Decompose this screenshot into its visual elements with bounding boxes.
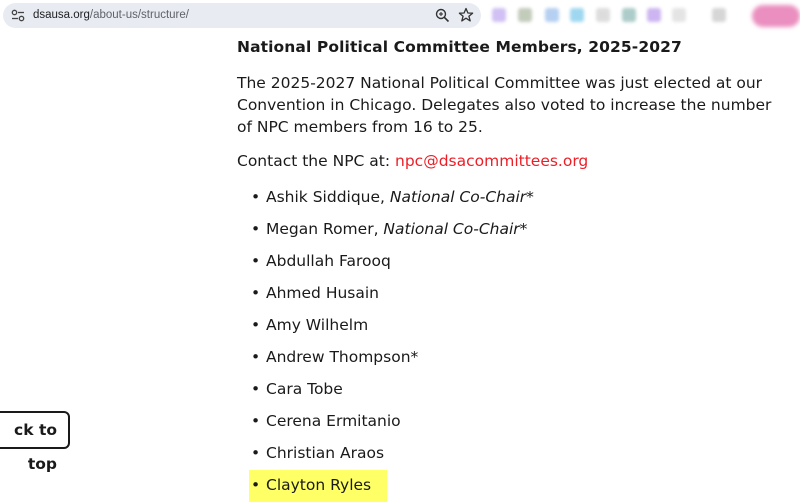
- list-item: • Megan Romer, National Co-Chair*: [251, 220, 528, 238]
- list-item: • Abdullah Farooq: [249, 250, 534, 282]
- extension-icon[interactable]: [647, 8, 661, 22]
- member-name: Christian Araos: [266, 444, 385, 462]
- url-path: /about-us/structure/: [89, 9, 189, 21]
- browser-toolbar: dsausa.org/about-us/structure/: [0, 0, 800, 31]
- intro-paragraph: The 2025-2027 National Political Committ…: [237, 74, 772, 136]
- extension-icon[interactable]: [672, 8, 686, 22]
- contact-label: Contact the NPC at:: [237, 152, 396, 170]
- list-item-highlighted: • Clayton Ryles: [249, 470, 387, 502]
- extension-icon[interactable]: [622, 8, 636, 22]
- extension-icon[interactable]: [570, 8, 584, 22]
- list-item: • Cara Tobe: [249, 378, 534, 410]
- section-title: National Political Committee Members, 20…: [237, 38, 682, 56]
- member-role: National Co-Chair*: [383, 220, 528, 238]
- bullet: •: [251, 412, 261, 430]
- zoom-icon[interactable]: [435, 8, 450, 23]
- extension-icon[interactable]: [712, 8, 726, 22]
- contact-email-link[interactable]: npc@dsacommittees.org: [395, 152, 588, 170]
- bullet: •: [251, 348, 261, 366]
- member-name: Cara Tobe: [266, 380, 343, 398]
- contact-line: Contact the NPC at: npc@dsacommittees.or…: [237, 150, 588, 172]
- bullet: •: [251, 380, 261, 398]
- bullet: •: [251, 444, 261, 462]
- list-item: • Ahmed Husain: [249, 282, 534, 314]
- list-item: • Cerena Ermitanio: [249, 410, 534, 442]
- url-text[interactable]: dsausa.org/about-us/structure/: [33, 8, 189, 23]
- address-bar[interactable]: dsausa.org/about-us/structure/: [3, 3, 481, 28]
- extension-icon[interactable]: [545, 8, 559, 22]
- bullet: •: [251, 188, 261, 206]
- bullet: •: [251, 252, 261, 270]
- list-item: • Amy Wilhelm: [249, 314, 534, 346]
- member-name: Amy Wilhelm: [266, 316, 369, 334]
- member-name: Andrew Thompson*: [266, 348, 419, 366]
- back-to-top-button[interactable]: ck to top: [0, 411, 70, 473]
- member-name: Clayton Ryles: [266, 476, 372, 494]
- bullet: •: [251, 316, 261, 334]
- member-name: Megan Romer: [266, 220, 374, 238]
- extension-icon[interactable]: [492, 8, 506, 22]
- member-list: • Ashik Siddique, National Co-Chair* • Meg…: [249, 186, 534, 502]
- bookmark-star-icon[interactable]: [458, 7, 474, 23]
- member-role: National Co-Chair*: [389, 188, 534, 206]
- list-item: • Ashik Siddique, National Co-Chair*: [251, 188, 534, 206]
- member-name: Ahmed Husain: [266, 284, 380, 302]
- member-name: Cerena Ermitanio: [266, 412, 401, 430]
- bullet: •: [251, 284, 261, 302]
- profile-avatar[interactable]: [752, 5, 800, 27]
- bullet: •: [251, 220, 261, 238]
- url-host: dsausa.org: [33, 9, 90, 21]
- member-name: Abdullah Farooq: [266, 252, 391, 270]
- extension-icon[interactable]: [518, 8, 532, 22]
- list-item: • Andrew Thompson*: [249, 346, 534, 378]
- site-info-icon[interactable]: [11, 9, 25, 22]
- bullet: •: [251, 476, 261, 494]
- member-name: Ashik Siddique: [266, 188, 381, 206]
- extension-icon[interactable]: [596, 8, 610, 22]
